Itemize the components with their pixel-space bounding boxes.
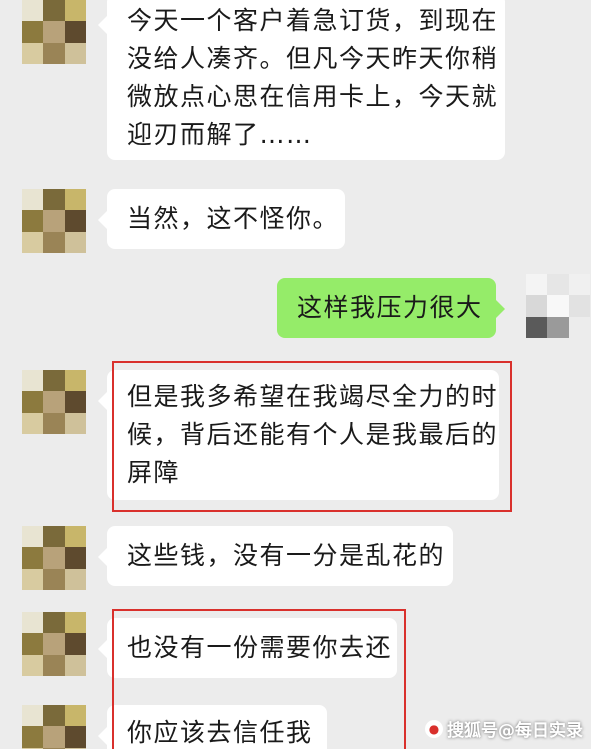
avatar-mosaic-cell	[43, 210, 65, 232]
message-text-line: 当然，这不怪你。	[127, 204, 340, 233]
avatar-mosaic-cell	[526, 295, 548, 317]
avatar-mosaic-cell	[64, 189, 86, 211]
avatar-mosaic-cell	[43, 42, 65, 64]
message-text-line: 候，背后还能有个人是我最后的	[127, 420, 499, 449]
message-text-line: 微放点心思在信用卡上，今天就	[127, 82, 499, 111]
avatar-mosaic-cell	[64, 568, 86, 590]
avatar-mosaic-cell	[43, 547, 65, 569]
avatar-mosaic-cell	[43, 654, 65, 676]
avatar-mosaic-cell	[547, 274, 569, 296]
avatar-mosaic-cell	[22, 370, 44, 392]
watermark-text: 搜狐号@每日实录	[447, 721, 583, 741]
my-avatar[interactable]	[526, 274, 590, 338]
avatar-mosaic-cell	[64, 0, 86, 22]
avatar-mosaic-cell	[22, 21, 44, 43]
message-text-line: 没给人凑齐。但凡今天昨天你稍	[127, 44, 499, 73]
avatar-mosaic-cell	[43, 0, 65, 22]
avatar-mosaic-cell	[64, 231, 86, 253]
message-bubble[interactable]: 你应该去信任我	[98, 705, 327, 749]
avatar-mosaic-cell	[64, 547, 86, 569]
message-text-line: 迎刃而解了……	[127, 120, 313, 149]
avatar-mosaic-cell	[22, 568, 44, 590]
avatar-mosaic-cell	[43, 189, 65, 211]
avatar-mosaic-cell	[43, 726, 65, 748]
avatar-mosaic-cell	[526, 274, 548, 296]
avatar-mosaic-cell	[64, 705, 86, 727]
avatar-mosaic-cell	[22, 726, 44, 748]
message-text-line: 你应该去信任我	[127, 718, 313, 747]
message-bubble[interactable]: 这些钱，没有一分是乱花的	[98, 526, 453, 586]
paw-logo-icon: ●	[425, 719, 443, 738]
avatar-mosaic-cell	[43, 526, 65, 548]
avatar-mosaic-cell	[43, 612, 65, 634]
contact-avatar[interactable]	[22, 705, 86, 749]
avatar-mosaic-cell	[568, 295, 590, 317]
avatar-mosaic-cell	[64, 210, 86, 232]
avatar-mosaic-cell	[43, 370, 65, 392]
message-text-line: 这样我压力很大	[297, 293, 483, 322]
avatar-mosaic-cell	[22, 612, 44, 634]
message-bubble[interactable]: 但是我多希望在我竭尽全力的时 候，背后还能有个人是我最后的 屏障	[98, 370, 499, 500]
message-text-line: 这些钱，没有一分是乱花的	[127, 541, 446, 570]
message-bubble[interactable]: 当然，这不怪你。	[98, 189, 345, 249]
avatar-mosaic-cell	[568, 316, 590, 338]
chat-window: 今天一个客户着急订货，到现在 没给人凑齐。但凡今天昨天你稍 微放点心思在信用卡上…	[0, 0, 591, 749]
contact-avatar[interactable]	[22, 0, 86, 64]
avatar-mosaic-cell	[43, 633, 65, 655]
avatar-mosaic-cell	[43, 21, 65, 43]
avatar-mosaic-cell	[547, 316, 569, 338]
message-text-line: 屏障	[127, 458, 181, 487]
avatar-mosaic-cell	[64, 412, 86, 434]
message-bubble[interactable]: 今天一个客户着急订货，到现在 没给人凑齐。但凡今天昨天你稍 微放点心思在信用卡上…	[98, 0, 505, 160]
avatar-mosaic-cell	[43, 231, 65, 253]
message-text-line: 但是我多希望在我竭尽全力的时	[127, 382, 499, 411]
avatar-mosaic-cell	[64, 21, 86, 43]
avatar-mosaic-cell	[568, 274, 590, 296]
my-message-bubble[interactable]: 这样我压力很大	[277, 278, 505, 338]
avatar-mosaic-cell	[22, 654, 44, 676]
message-bubble[interactable]: 也没有一份需要你去还	[98, 618, 397, 678]
avatar-mosaic-cell	[22, 526, 44, 548]
contact-avatar[interactable]	[22, 526, 86, 590]
avatar-mosaic-cell	[22, 705, 44, 727]
avatar-mosaic-cell	[22, 189, 44, 211]
avatar-mosaic-cell	[64, 654, 86, 676]
avatar-mosaic-cell	[547, 295, 569, 317]
avatar-mosaic-cell	[22, 391, 44, 413]
avatar-mosaic-cell	[43, 412, 65, 434]
avatar-mosaic-cell	[64, 612, 86, 634]
avatar-mosaic-cell	[22, 42, 44, 64]
avatar-mosaic-cell	[43, 391, 65, 413]
avatar-mosaic-cell	[64, 391, 86, 413]
avatar-mosaic-cell	[22, 547, 44, 569]
avatar-mosaic-cell	[64, 726, 86, 748]
contact-avatar[interactable]	[22, 370, 86, 434]
avatar-mosaic-cell	[22, 231, 44, 253]
avatar-mosaic-cell	[22, 0, 44, 22]
message-text-line: 今天一个客户着急订货，到现在	[127, 6, 499, 35]
avatar-mosaic-cell	[526, 316, 548, 338]
avatar-mosaic-cell	[22, 633, 44, 655]
avatar-mosaic-cell	[43, 705, 65, 727]
avatar-mosaic-cell	[64, 370, 86, 392]
message-text-line: 也没有一份需要你去还	[127, 633, 393, 662]
avatar-mosaic-cell	[43, 568, 65, 590]
avatar-mosaic-cell	[64, 42, 86, 64]
avatar-mosaic-cell	[22, 412, 44, 434]
watermark: ● 搜狐号@每日实录	[425, 716, 583, 741]
avatar-mosaic-cell	[22, 210, 44, 232]
contact-avatar[interactable]	[22, 612, 86, 676]
contact-avatar[interactable]	[22, 189, 86, 253]
avatar-mosaic-cell	[64, 633, 86, 655]
avatar-mosaic-cell	[64, 526, 86, 548]
